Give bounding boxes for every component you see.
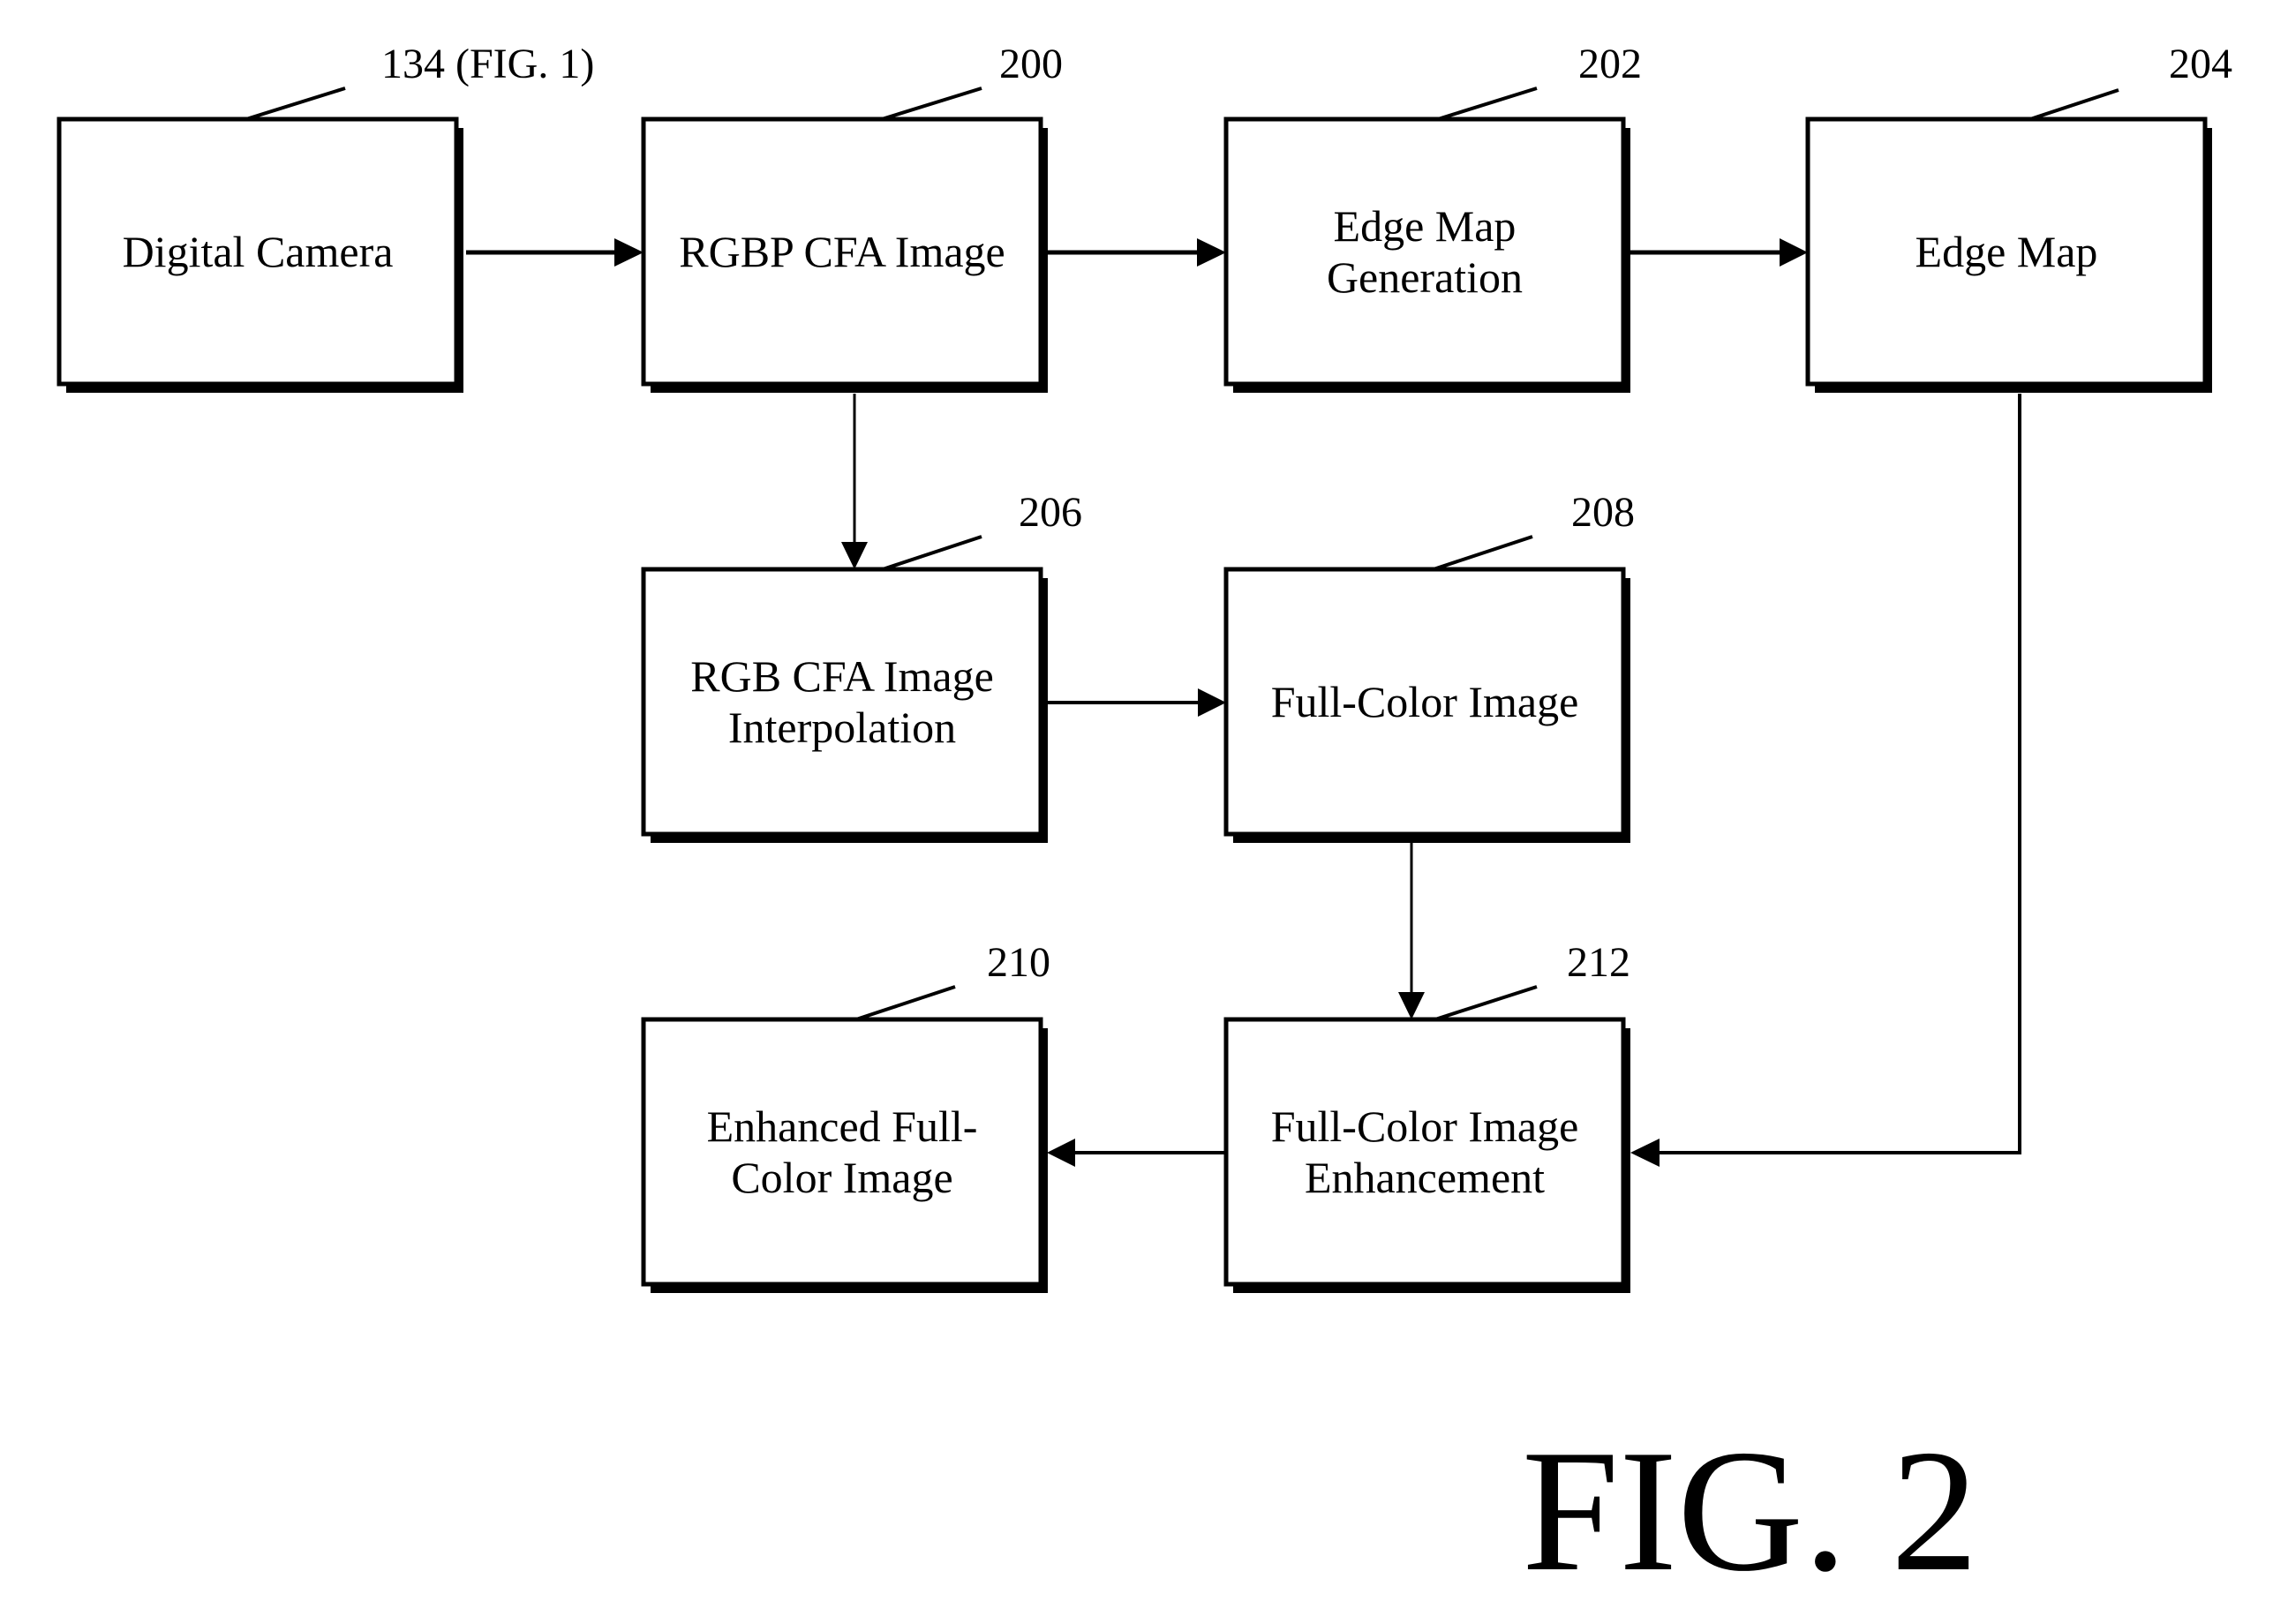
reference-leader-line	[1434, 985, 1538, 1021]
reference-numeral: 202	[1578, 41, 1642, 87]
arrowhead-fullcolor-to-enhance	[1398, 992, 1425, 1019]
block-edgemap: Edge Map 204	[1805, 41, 2232, 393]
block-label-line: RGBP CFA Image	[679, 227, 1005, 276]
block-enhanced: Enhanced Full-Color Image 210	[641, 939, 1050, 1293]
reference-leader-line	[882, 535, 982, 571]
reference-numeral: 210	[987, 939, 1050, 986]
block-box	[641, 1017, 1043, 1287]
reference-leader-line	[881, 86, 982, 121]
block-label-line: Enhancement	[1305, 1153, 1545, 1202]
reference-numeral: 208	[1571, 489, 1635, 536]
block-edgegen: Edge MapGeneration 202	[1223, 41, 1642, 393]
block-label-line: Digital Camera	[123, 227, 394, 276]
block-label-line: Full-Color Image	[1271, 677, 1579, 726]
reference-leader-line	[1437, 86, 1538, 121]
reference-leader-line	[2029, 88, 2119, 121]
block-box	[1223, 1017, 1626, 1287]
block-box	[641, 567, 1043, 837]
block-label-line: Color Image	[731, 1153, 952, 1202]
reference-leader-line	[1433, 535, 1533, 571]
reference-leader-line	[855, 985, 956, 1021]
reference-numeral: 200	[999, 41, 1063, 87]
arrowhead-interp-to-fullcolor	[1198, 688, 1226, 717]
block-label-line: RGB CFA Image	[690, 651, 994, 701]
reference-numeral: 134 (FIG. 1)	[381, 41, 594, 87]
block-enhance: Full-Color ImageEnhancement 212	[1223, 939, 1630, 1293]
block-rgbp: RGBP CFA Image 200	[641, 41, 1063, 393]
block-label-line: Interpolation	[728, 703, 956, 752]
arrowhead-rgbp-to-interp	[841, 542, 868, 569]
block-fullcolor: Full-Color Image 208	[1223, 489, 1635, 843]
reference-numeral: 206	[1019, 489, 1082, 536]
arrowhead-rgbp-to-edgegen	[1197, 238, 1226, 267]
blocks: Digital Camera 134 (FIG. 1) RGBP CFA Image…	[56, 41, 2232, 1293]
arrowhead-enhance-to-enhanced	[1047, 1139, 1075, 1167]
block-diagram: Digital Camera 134 (FIG. 1) RGBP CFA Image…	[56, 41, 2232, 1607]
arrowhead-camera-to-rgbp	[614, 238, 644, 267]
arrowhead-edgemap-to-enhance	[1630, 1139, 1660, 1167]
reference-numeral: 204	[2169, 41, 2232, 87]
reference-numeral: 212	[1567, 939, 1630, 986]
block-box	[1223, 117, 1626, 387]
figure-title: FIG. 2	[1522, 1414, 1978, 1607]
block-label-line: Full-Color Image	[1271, 1101, 1579, 1151]
arrow-edgemap-to-enhance	[1660, 394, 2021, 1154]
reference-leader-line	[245, 86, 346, 121]
arrowhead-edgegen-to-edgemap	[1780, 238, 1808, 267]
block-label-line: Enhanced Full-	[707, 1101, 978, 1151]
block-camera: Digital Camera 134 (FIG. 1)	[56, 41, 594, 393]
block-label-line: Generation	[1327, 252, 1523, 302]
block-label-line: Edge Map	[1915, 227, 2098, 276]
block-label-line: Edge Map	[1334, 201, 1517, 251]
